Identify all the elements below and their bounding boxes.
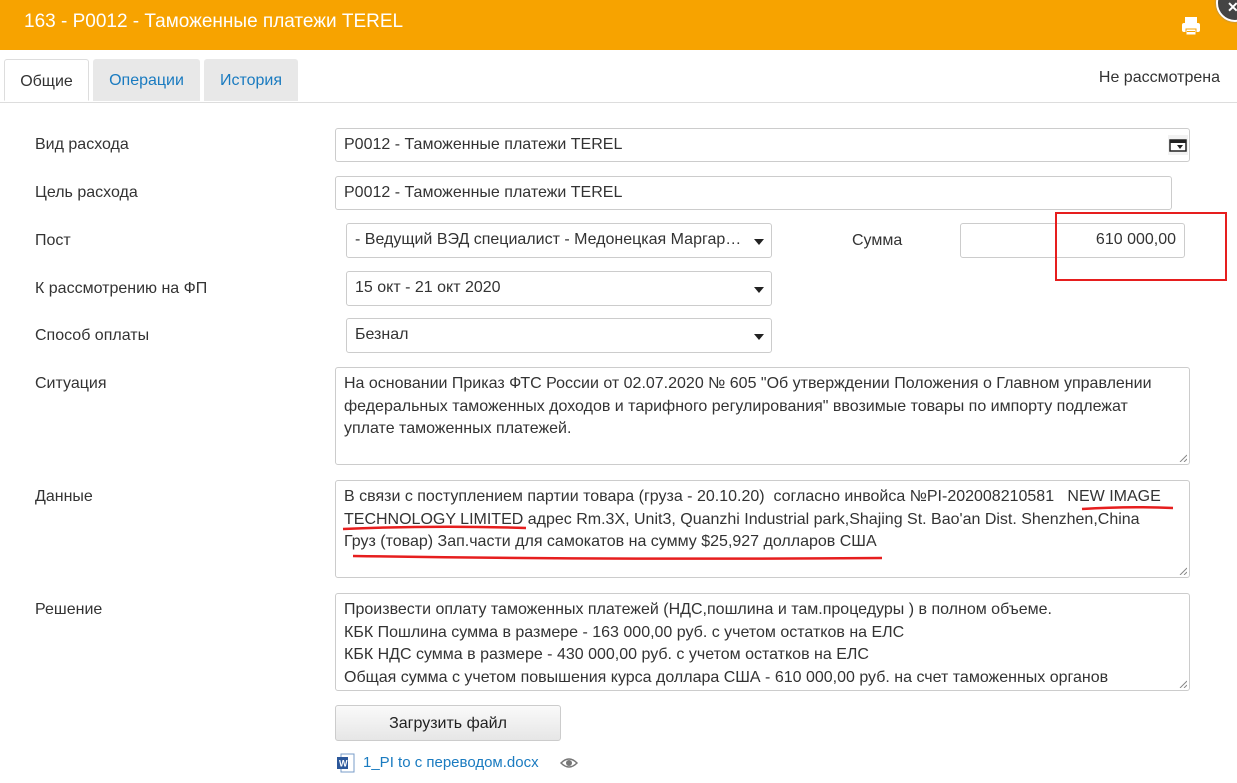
resize-handle-icon[interactable] <box>1179 680 1187 688</box>
title-bar: 163 - P0012 - Таможенные платежи TEREL <box>0 0 1237 50</box>
word-doc-icon: W <box>337 753 355 773</box>
tab-bar: Общие Операции История <box>0 50 1237 103</box>
data-label: Данные <box>35 488 93 505</box>
attachment-link[interactable]: 1_PI to с переводом.docx <box>363 754 539 771</box>
expense-type-label: Вид расхода <box>35 136 129 153</box>
resize-handle-icon[interactable] <box>1179 454 1187 462</box>
chevron-down-icon <box>747 319 771 352</box>
chevron-down-icon <box>747 272 771 305</box>
payment-method-value: Безнал <box>355 326 409 343</box>
text-line: КБК НДС сумма в размере - 430 000,00 руб… <box>344 646 869 663</box>
resize-handle-icon[interactable] <box>1179 567 1187 575</box>
text-line: уплате таможенных платежей. <box>344 420 572 437</box>
tab-operations[interactable]: Операции <box>93 59 200 101</box>
situation-textarea[interactable]: На основании Приказ ФТС России от 02.07.… <box>335 367 1190 465</box>
expense-purpose-field[interactable]: P0012 - Таможенные платежи TEREL <box>335 176 1172 210</box>
decision-label: Решение <box>35 601 103 618</box>
chevron-down-icon <box>747 224 771 257</box>
dropdown-list-icon[interactable] <box>1168 135 1188 155</box>
window-title: 163 - P0012 - Таможенные платежи TEREL <box>24 11 404 32</box>
post-select[interactable]: - Ведущий ВЭД специалист - Медонецкая Ма… <box>346 223 772 258</box>
annotation-underline <box>352 554 883 560</box>
status-text: Не рассмотрена <box>1098 69 1220 86</box>
svg-text:W: W <box>339 759 348 769</box>
decision-textarea[interactable]: Произвести оплату таможенных платежей (Н… <box>335 593 1190 691</box>
annotation-underline <box>342 525 527 531</box>
fp-review-value: 15 окт - 21 окт 2020 <box>355 279 501 296</box>
text-line: федеральных таможенных доходов и тарифно… <box>344 397 1128 415</box>
text-line: В связи с поступлением партии товара (гр… <box>344 488 1161 505</box>
text-line: Общая сумма с учетом повышения курса дол… <box>344 668 1109 686</box>
expense-type-value: P0012 - Таможенные платежи TEREL <box>344 136 623 153</box>
annotation-underline <box>1081 505 1174 511</box>
text-line: КБК Пошлина сумма в размере - 163 000,00… <box>344 623 905 641</box>
expense-purpose-label: Цель расхода <box>35 184 138 201</box>
post-value: - Ведущий ВЭД специалист - Медонецкая Ма… <box>355 231 751 248</box>
text-line: Произвести оплату таможенных платежей (Н… <box>344 601 1052 618</box>
printer-icon[interactable] <box>1180 15 1202 37</box>
highlight-box <box>1055 212 1227 281</box>
tab-general[interactable]: Общие <box>4 59 89 101</box>
payment-method-label: Способ оплаты <box>35 327 150 344</box>
post-label: Пост <box>35 232 71 249</box>
upload-file-button[interactable]: Загрузить файл <box>335 705 561 741</box>
amount-label: Сумма <box>852 232 903 249</box>
tab-history[interactable]: История <box>204 59 298 101</box>
fp-review-label: К рассмотрению на ФП <box>35 280 208 297</box>
text-line: На основании Приказ ФТС России от 02.07.… <box>344 375 1152 392</box>
expense-type-field[interactable]: P0012 - Таможенные платежи TEREL <box>335 128 1190 162</box>
expense-purpose-value: P0012 - Таможенные платежи TEREL <box>344 184 623 201</box>
eye-icon[interactable] <box>560 756 578 770</box>
situation-label: Ситуация <box>35 375 107 392</box>
fp-review-select[interactable]: 15 окт - 21 окт 2020 <box>346 271 772 306</box>
payment-method-select[interactable]: Безнал <box>346 318 772 353</box>
